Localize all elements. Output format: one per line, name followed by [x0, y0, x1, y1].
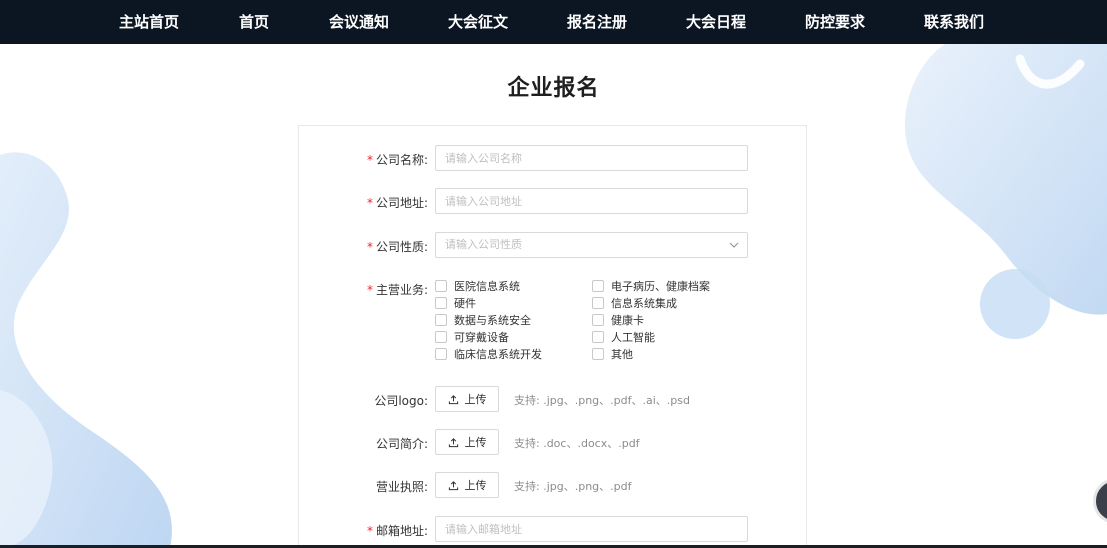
- main-business-label: * 主营业务:: [366, 283, 428, 297]
- nav-item-contact-us[interactable]: 联系我们: [924, 0, 984, 44]
- company-address-row: * 公司地址:: [299, 188, 808, 214]
- checkbox-health-card[interactable]: 健康卡: [592, 312, 644, 328]
- required-mark: *: [366, 153, 373, 167]
- required-mark: *: [366, 196, 373, 210]
- upload-button-label: 上传: [464, 393, 487, 406]
- registration-form: *公司名称: *公司地址: *公司性质: 请输入公司性质 *主营业务: 医院信息…: [298, 125, 807, 548]
- checkbox-hardware[interactable]: 硬件: [435, 295, 476, 311]
- company-name-input[interactable]: [435, 145, 748, 171]
- checkbox-emr-health-records[interactable]: 电子病历、健康档案: [592, 278, 710, 294]
- company-name-label: * 公司名称:: [366, 153, 428, 167]
- checkbox-ai[interactable]: 人工智能: [592, 329, 655, 345]
- company-type-select[interactable]: 请输入公司性质: [435, 232, 748, 258]
- company-type-placeholder: 请输入公司性质: [445, 238, 522, 251]
- checkbox-hospital-info-system[interactable]: 医院信息系统: [435, 278, 520, 294]
- nav-item-main-site-home[interactable]: 主站首页: [119, 0, 179, 44]
- nav-item-prevention-requirements[interactable]: 防控要求: [805, 0, 865, 44]
- nav-item-registration[interactable]: 报名注册: [567, 0, 627, 44]
- intro-format-hint: 支持: .doc、.docx、.pdf: [514, 437, 640, 450]
- floating-side-button[interactable]: [1093, 478, 1107, 524]
- checkbox-data-security[interactable]: 数据与系统安全: [435, 312, 531, 328]
- decorative-blob-left: [0, 152, 172, 548]
- company-address-label: * 公司地址:: [366, 196, 428, 210]
- page-title: 企业报名: [507, 76, 600, 101]
- license-label: 营业执照:: [375, 480, 428, 494]
- checkbox-wearables[interactable]: 可穿戴设备: [435, 329, 509, 345]
- required-mark: *: [366, 283, 373, 297]
- company-type-row: * 公司性质: 请输入公司性质: [299, 232, 808, 258]
- checkbox-system-integration[interactable]: 信息系统集成: [592, 295, 677, 311]
- intro-label: 公司简介:: [375, 437, 428, 451]
- top-navbar: 主站首页 首页 会议通知 大会征文 报名注册 大会日程 防控要求 联系我们: [0, 0, 1107, 44]
- main-business-row: * 主营业务: 医院信息系统 电子病历、健康档案 硬件 信息系统集成 数据与系统安…: [299, 276, 808, 366]
- logo-upload-row: 公司logo: 上传 支持: .jpg、.png、.pdf、.ai、.psd: [299, 386, 808, 412]
- upload-icon: [448, 480, 458, 490]
- email-input[interactable]: [435, 516, 748, 542]
- intro-upload-row: 公司简介: 上传 支持: .doc、.docx、.pdf: [299, 429, 808, 455]
- email-row: * 邮箱地址:: [299, 516, 808, 542]
- license-upload-button[interactable]: 上传: [435, 472, 499, 498]
- email-label: * 邮箱地址:: [366, 524, 428, 538]
- company-name-row: * 公司名称:: [299, 145, 808, 171]
- required-mark: *: [366, 240, 373, 254]
- license-upload-row: 营业执照: 上传 支持: .jpg、.png、.pdf: [299, 472, 808, 498]
- company-type-label: * 公司性质:: [366, 240, 428, 254]
- intro-upload-button[interactable]: 上传: [435, 429, 499, 455]
- license-format-hint: 支持: .jpg、.png、.pdf: [514, 480, 632, 493]
- chevron-down-icon: [729, 242, 739, 248]
- company-address-input[interactable]: [435, 188, 748, 214]
- required-mark: *: [366, 524, 373, 538]
- checkbox-clinical-dev[interactable]: 临床信息系统开发: [435, 346, 542, 362]
- logo-label: 公司logo:: [374, 394, 428, 408]
- nav-item-conference-notice[interactable]: 会议通知: [329, 0, 389, 44]
- nav-item-home[interactable]: 首页: [239, 0, 269, 44]
- checkbox-other[interactable]: 其他: [592, 346, 633, 362]
- upload-icon: [448, 394, 458, 404]
- upload-button-label: 上传: [464, 479, 487, 492]
- upload-button-label: 上传: [464, 436, 487, 449]
- logo-upload-button[interactable]: 上传: [435, 386, 499, 412]
- nav-item-schedule[interactable]: 大会日程: [686, 0, 746, 44]
- nav-item-call-for-papers[interactable]: 大会征文: [448, 0, 508, 44]
- logo-format-hint: 支持: .jpg、.png、.pdf、.ai、.psd: [514, 394, 690, 407]
- upload-icon: [448, 437, 458, 447]
